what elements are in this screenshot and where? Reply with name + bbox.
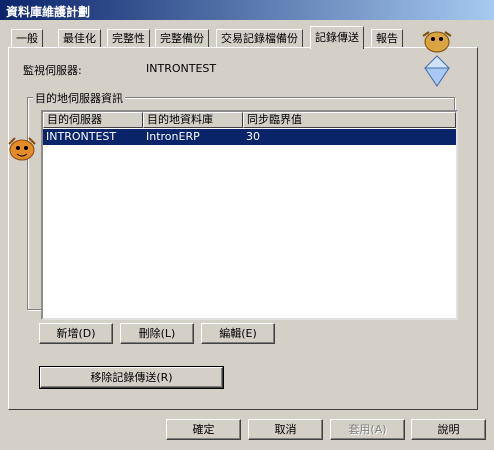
mascot-icon (8, 137, 36, 161)
tab-optimization[interactable]: 最佳化 (58, 29, 101, 48)
help-button[interactable]: 說明 (411, 419, 486, 440)
diamond-mascot-icon (422, 31, 452, 87)
cell-threshold: 30 (246, 130, 260, 143)
remove-log-shipping-button[interactable]: 移除記錄傳送(R) (39, 366, 224, 389)
tab-general[interactable]: 一般 (11, 29, 43, 48)
cancel-button[interactable]: 取消 (248, 419, 323, 440)
tab-reporting[interactable]: 報告 (371, 29, 403, 48)
delete-button[interactable]: 刪除(L) (120, 323, 194, 344)
tab-full-backup[interactable]: 完整備份 (155, 29, 209, 48)
ok-button[interactable]: 確定 (166, 419, 241, 440)
monitor-server-label: 監視伺服器: (23, 64, 82, 77)
monitor-server-value: INTRONTEST (146, 62, 217, 75)
tab-panel: 監視伺服器: INTRONTEST 目的地伺服器資訊 目的伺服器 目的地資料庫 … (8, 47, 478, 410)
cell-server: INTRONTEST (46, 130, 117, 143)
cell-database: IntronERP (146, 130, 200, 143)
column-header-threshold[interactable]: 同步臨界值 (243, 112, 456, 128)
destination-list[interactable]: 目的伺服器 目的地資料庫 同步臨界值 INTRONTEST IntronERP … (41, 110, 458, 320)
edit-button[interactable]: 編輯(E) (201, 323, 275, 344)
tab-log-shipping[interactable]: 記錄傳送 (310, 26, 364, 49)
add-button[interactable]: 新增(D) (39, 323, 113, 344)
column-header-database[interactable]: 目的地資料庫 (143, 112, 243, 128)
tab-transaction-log-backup[interactable]: 交易記錄檔備份 (216, 29, 303, 48)
window-title: 資料庫維護計劃 (6, 5, 91, 19)
title-bar: 資料庫維護計劃 (0, 0, 494, 20)
destination-group-title: 目的地伺服器資訊 (33, 90, 125, 106)
table-row[interactable]: INTRONTEST IntronERP 30 (43, 129, 456, 145)
column-header-server[interactable]: 目的伺服器 (43, 112, 143, 128)
tab-integrity[interactable]: 完整性 (107, 29, 150, 48)
apply-button[interactable]: 套用(A) (330, 419, 405, 440)
